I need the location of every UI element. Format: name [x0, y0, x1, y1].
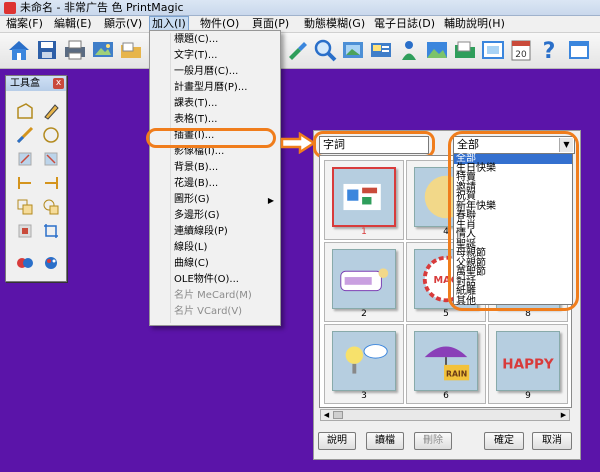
window-title: 未命名 - 非常广告 色 PrintMagic — [20, 1, 184, 14]
pen-tool-icon[interactable] — [42, 102, 60, 120]
menu-bar: 檔案(F) 編輯(E) 顯示(V) 加入(I) 物件(O) 頁面(P) 動態模糊… — [0, 16, 600, 33]
color-tool-icon[interactable] — [16, 254, 34, 272]
horizontal-scrollbar[interactable]: ◀ ▶ — [320, 409, 570, 421]
keyword-highlight-oval — [313, 131, 435, 158]
scroll-left-icon[interactable]: ◀ — [321, 410, 332, 420]
calendar-icon[interactable]: 20 — [508, 37, 534, 63]
submenu-arrow-icon: ▶ — [267, 196, 274, 205]
menu-insert[interactable]: 加入(I) — [149, 16, 189, 32]
clipart-thumbnail-icon — [332, 331, 396, 391]
crop-tool-icon[interactable] — [42, 222, 60, 240]
pointer-tool-icon[interactable] — [16, 102, 34, 120]
category-highlight-oval — [448, 131, 579, 311]
menu-item-vcard: 名片 VCard(V) — [174, 306, 243, 317]
clipart-number: 2 — [361, 309, 367, 319]
menu-item-line[interactable]: 線段(L) — [174, 241, 207, 255]
menu-item-mecard: 名片 MeCard(M) — [174, 290, 252, 301]
print-icon[interactable] — [62, 37, 88, 63]
load-button[interactable]: 讀檔 — [366, 432, 404, 450]
menu-help[interactable]: 輔助說明(H) — [442, 17, 507, 31]
menu-e-journal[interactable]: 電子日誌(D) — [372, 17, 437, 31]
clipart-item[interactable]: HAPPY 9 — [488, 324, 568, 404]
menu-item-calendar[interactable]: 一般月曆(C)... — [174, 65, 238, 79]
layer-tool-icon[interactable] — [16, 222, 34, 240]
clipart-thumbnail-icon: HAPPY — [496, 331, 560, 391]
rotate-tool-icon[interactable] — [16, 150, 34, 168]
svg-text:HAPPY: HAPPY — [502, 357, 554, 373]
palette-tool-icon[interactable] — [42, 254, 60, 272]
menu-item-ole-object[interactable]: OLE物件(O)... — [174, 273, 239, 287]
menu-item-text[interactable]: 文字(T)... — [174, 49, 217, 63]
menu-gutter — [170, 33, 171, 323]
photo-icon[interactable] — [340, 37, 366, 63]
clipart-item[interactable]: 1 — [324, 160, 404, 240]
save-icon[interactable] — [34, 37, 60, 63]
menu-view[interactable]: 顯示(V) — [102, 17, 144, 31]
clipart-item[interactable]: RAIN 6 — [406, 324, 486, 404]
open-icon[interactable] — [118, 37, 144, 63]
clipart-thumbnail-icon — [332, 249, 396, 309]
clipart-highlight-oval — [146, 128, 276, 148]
folder-icon[interactable] — [452, 37, 478, 63]
menu-item-table[interactable]: 表格(T)... — [174, 113, 217, 127]
clipart-item[interactable]: 3 — [324, 324, 404, 404]
menu-motion-blur[interactable]: 動態模糊(G) — [302, 17, 367, 31]
align-right-tool-icon[interactable] — [42, 174, 60, 192]
window-icon[interactable] — [566, 37, 592, 63]
clipart-thumbnail-icon: RAIN — [414, 331, 478, 391]
clipart-thumbnail-icon — [332, 167, 396, 227]
arrow-to-keyword — [280, 132, 316, 154]
menu-item-curve[interactable]: 曲線(C) — [174, 257, 209, 271]
clipart-number: 9 — [525, 391, 531, 401]
clipart-item[interactable]: 2 — [324, 242, 404, 322]
toolbox-title: 工具盒 x — [6, 76, 66, 91]
app-icon — [4, 2, 16, 14]
ok-button[interactable]: 確定 — [484, 432, 524, 450]
clipart-number: 1 — [361, 227, 367, 237]
link-icon[interactable] — [284, 37, 310, 63]
scroll-right-icon[interactable]: ▶ — [558, 410, 569, 420]
align-left-tool-icon[interactable] — [16, 174, 34, 192]
ellipse-tool-icon[interactable] — [42, 126, 60, 144]
toolbox-window: 工具盒 x — [5, 75, 67, 282]
title-bar: 未命名 - 非常广告 色 PrintMagic — [0, 0, 600, 16]
cancel-button[interactable]: 取消 — [532, 432, 572, 450]
frame-icon[interactable] — [480, 37, 506, 63]
menu-page[interactable]: 頁面(P) — [250, 17, 291, 31]
menu-item-border[interactable]: 花邊(B)... — [174, 177, 218, 191]
insert-menu: 標題(C)... 文字(T)... 一般月曆(C)... 計畫型月曆(P)...… — [149, 30, 281, 326]
line-tool-icon[interactable] — [16, 126, 34, 144]
flip-tool-icon[interactable] — [42, 150, 60, 168]
menu-item-timetable[interactable]: 課表(T)... — [174, 97, 217, 111]
scrollbar-thumb[interactable] — [333, 411, 343, 419]
menu-item-background[interactable]: 背景(B)... — [174, 161, 218, 175]
menu-item-title[interactable]: 標題(C)... — [174, 33, 218, 47]
svg-text:20: 20 — [515, 50, 527, 60]
help-icon[interactable]: ? — [536, 37, 562, 64]
user-icon[interactable] — [396, 37, 422, 63]
menu-item-polygon[interactable]: 多邊形(G) — [174, 209, 220, 223]
image-icon[interactable] — [90, 37, 116, 63]
menu-item-polyline[interactable]: 連續線段(P) — [174, 225, 228, 239]
delete-button: 刪除 — [414, 432, 452, 450]
landscape-icon[interactable] — [424, 37, 450, 63]
clipart-number: 6 — [443, 391, 449, 401]
menu-edit[interactable]: 編輯(E) — [52, 17, 94, 31]
svg-text:RAIN: RAIN — [446, 369, 467, 378]
menu-item-shape[interactable]: 圖形(G) — [174, 193, 210, 207]
help-button[interactable]: 說明 — [318, 432, 356, 450]
ungroup-tool-icon[interactable] — [42, 198, 60, 216]
menu-object[interactable]: 物件(O) — [198, 17, 241, 31]
card-icon[interactable] — [368, 37, 394, 63]
group-tool-icon[interactable] — [16, 198, 34, 216]
clipart-number: 3 — [361, 391, 367, 401]
zoom-icon[interactable] — [312, 37, 338, 63]
menu-item-planner[interactable]: 計畫型月曆(P)... — [174, 81, 247, 95]
close-icon[interactable]: x — [53, 78, 64, 89]
svg-text:?: ? — [543, 39, 556, 63]
home-icon[interactable] — [6, 37, 32, 63]
menu-file[interactable]: 檔案(F) — [4, 17, 45, 31]
toolbar: 20 ? — [0, 33, 600, 69]
